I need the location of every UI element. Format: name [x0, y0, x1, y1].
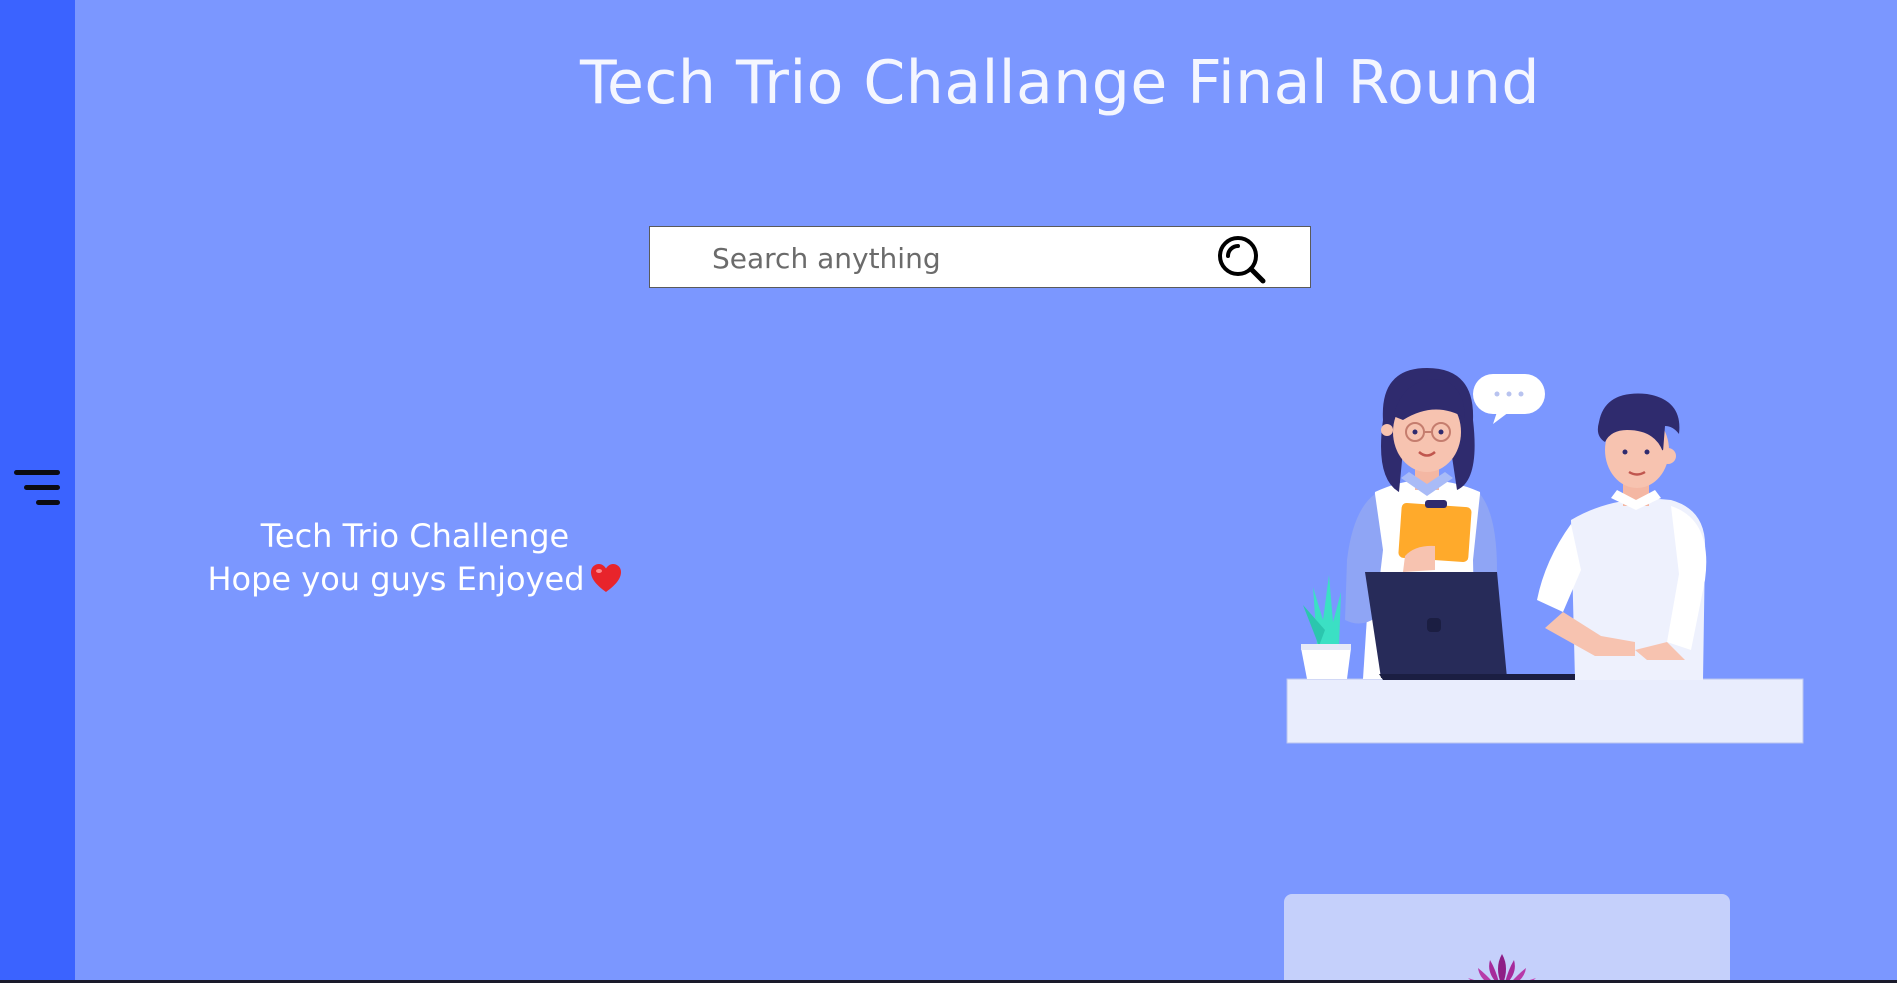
- sidebar: [0, 0, 75, 983]
- heart-icon: [590, 564, 621, 592]
- bottom-card: [1284, 894, 1730, 983]
- welcome-line-1: Tech Trio Challenge: [260, 517, 570, 555]
- main-content: Tech Trio Challange Final Round Tech Tri…: [75, 0, 1897, 983]
- search-icon[interactable]: [1216, 234, 1268, 286]
- welcome-line-2: Hope you guys Enjoyed: [195, 558, 635, 601]
- hamburger-menu-icon[interactable]: [14, 470, 60, 508]
- page-title: Tech Trio Challange Final Round: [580, 48, 1541, 118]
- lotus-icon: [1468, 954, 1536, 983]
- team-illustration: [1286, 368, 1804, 744]
- search-input[interactable]: [710, 237, 1184, 279]
- welcome-line-2-text: Hope you guys Enjoyed: [207, 560, 585, 598]
- welcome-message: Tech Trio Challenge Hope you guys Enjoye…: [195, 515, 635, 601]
- search-box: [649, 226, 1311, 288]
